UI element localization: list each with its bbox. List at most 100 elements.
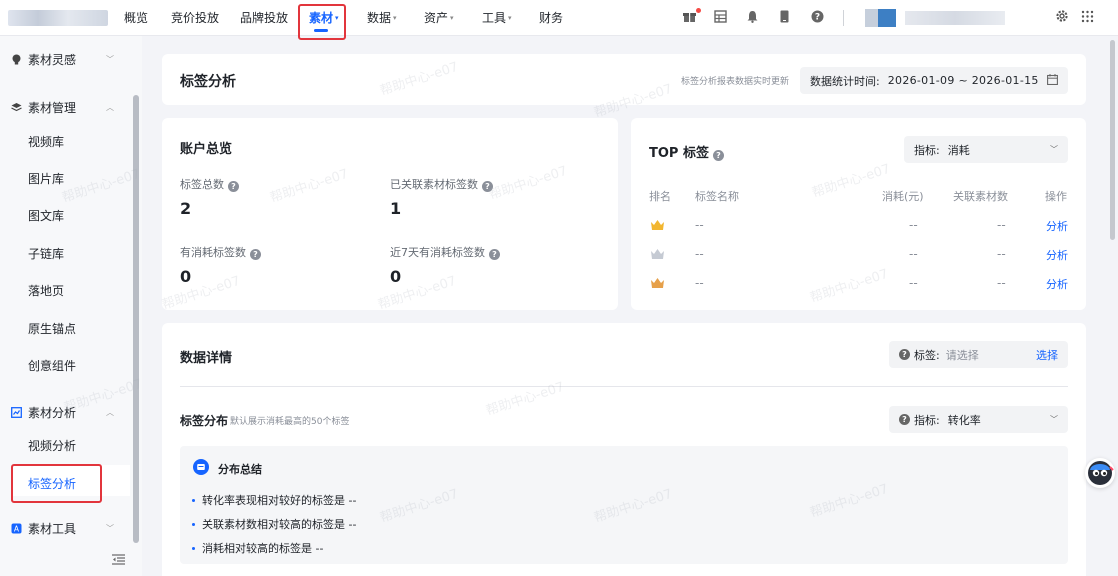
sidebar-item-image-library[interactable]: 图片库 [28,170,64,187]
date-range-value: 2026-01-09 ~ 2026-01-15 [887,74,1039,87]
chevron-up-icon: ︿ [106,408,114,417]
nav-tools[interactable]: 工具 ▾ [482,9,512,26]
nav-brand[interactable]: 品牌投放 [240,9,288,26]
sidebar-scrollbar[interactable] [133,95,139,543]
table-icon[interactable] [713,9,727,23]
bronze-crown-icon [650,277,665,292]
layers-icon [10,102,22,114]
sidebar-item-creative-component[interactable]: 创意组件 [28,357,76,374]
analyze-link[interactable]: 分析 [1046,247,1068,263]
highlight-box-nav [298,4,346,40]
nav-overview[interactable]: 概览 [124,9,148,26]
main-scrollbar[interactable] [1110,40,1115,240]
summary-text: 消耗相对较高的标签是 -- [202,542,324,555]
gold-crown-icon [650,219,665,234]
stat-7day-cost-tags-value: 0 [390,267,402,286]
help-icon[interactable]: ? [810,9,824,23]
help-icon[interactable]: ? [250,249,261,260]
details-title: 数据详情 [180,351,233,366]
materials-cell: -- [997,276,1006,290]
realtime-note: 标签分析报表数据实时更新 [681,77,790,87]
help-icon[interactable]: ? [482,181,493,192]
distribution-metric-select[interactable]: ? 指标: 转化率 ﹀ [889,406,1068,433]
assistant-bot-icon[interactable] [1085,458,1115,488]
sidebar-item-sublink-library[interactable]: 子链库 [28,245,64,262]
tag-filter-label: 标签: [914,348,940,362]
summary-text: 关联素材数相对较高的标签是 -- [202,518,357,531]
stat-label: 有消耗标签数 [180,246,246,259]
tag-filter[interactable]: ? 标签: 请选择 选择 [889,341,1068,368]
help-icon[interactable]: ? [489,249,500,260]
chevron-down-icon: ﹀ [106,55,114,64]
summary-item: 关联素材数相对较高的标签是 -- [192,516,356,532]
sidebar-item-video-analysis[interactable]: 视频分析 [28,437,76,454]
chevron-down-icon: ▾ [508,14,512,22]
analyze-link[interactable]: 分析 [1046,218,1068,234]
col-rank: 排名 [649,190,671,203]
sidebar-group-inspiration[interactable]: 素材灵感 ﹀ [10,51,114,68]
sidebar-group-management[interactable]: 素材管理 ︿ [10,99,114,116]
nav-assets-label: 资产 [424,11,449,25]
account-overview-card: 账户总览 标签总数? 2 已关联素材标签数? 1 有消耗标签数? 0 近7天有消… [162,118,618,310]
chevron-down-icon: ▾ [450,14,454,22]
sidebar-item-video-library[interactable]: 视频库 [28,133,64,150]
stat-cost-tags-value: 0 [180,267,192,286]
help-icon[interactable]: ? [899,414,910,425]
summary-title: 分布总结 [218,462,262,476]
metric-label: 指标: [914,143,940,157]
nav-data-label: 数据 [367,11,392,25]
chevron-down-icon: ▾ [393,14,397,22]
chevron-down-icon: ﹀ [106,524,114,533]
tag-name-cell: -- [695,218,704,232]
sidebar-group-label: 素材灵感 [28,53,77,67]
materials-cell: -- [997,247,1006,261]
sidebar-group-tools[interactable]: A 素材工具 ﹀ [10,520,114,537]
date-range-picker[interactable]: 数据统计时间: 2026-01-09 ~ 2026-01-15 [800,67,1068,94]
bell-icon[interactable] [745,9,759,23]
silver-crown-icon [650,248,665,263]
analyze-link[interactable]: 分析 [1046,276,1068,292]
tag-name-cell: -- [695,247,704,261]
summary-header: 分布总结 [193,459,262,478]
page-title: 标签分析 [180,74,236,90]
col-action: 操作 [1045,190,1067,203]
sidebar-group-label: 素材管理 [28,101,77,115]
sidebar-item-landing-page[interactable]: 落地页 [28,282,64,299]
sidebar-item-native-anchor[interactable]: 原生锚点 [28,320,76,337]
mobile-icon[interactable] [777,9,791,23]
stat-total-tags-label: 标签总数? [180,176,239,192]
collapse-sidebar-icon[interactable] [112,554,125,568]
nav-finance[interactable]: 财务 [539,9,563,26]
select-tag-button[interactable]: 选择 [1036,347,1058,363]
account-name-blurred[interactable] [905,11,1005,25]
distribution-note: 默认展示消耗最高的50个标签 [230,417,350,427]
page-header-card: 标签分析 标签分析报表数据实时更新 数据统计时间: 2026-01-09 ~ 2… [162,54,1086,105]
brand-logo[interactable] [8,10,108,26]
help-icon[interactable]: ? [899,349,910,360]
account-avatar-blurred-accent [878,9,896,27]
help-icon[interactable]: ? [228,181,239,192]
metric-value: 转化率 [947,413,981,427]
divider [180,386,1068,387]
nav-data[interactable]: 数据 ▾ [367,9,397,26]
sidebar-item-graphic-library[interactable]: 图文库 [28,207,64,224]
summary-item: 消耗相对较高的标签是 -- [192,540,323,556]
bullet-dot [192,498,195,502]
stat-7day-cost-tags-label: 近7天有消耗标签数? [390,244,500,260]
bullet-dot [192,522,195,526]
summary-text: 转化率表现相对较好的标签是 -- [202,494,357,507]
summary-item: 转化率表现相对较好的标签是 -- [192,492,356,508]
svg-text:?: ? [814,12,819,22]
settings-icon[interactable] [1055,9,1069,23]
nav-assets[interactable]: 资产 ▾ [424,9,454,26]
chevron-up-icon: ︿ [106,103,114,112]
cost-cell: -- [909,276,918,290]
apps-grid-icon[interactable] [1080,9,1094,23]
sidebar-group-analysis[interactable]: 素材分析 ︿ [10,404,114,421]
gift-icon[interactable] [682,9,696,23]
stat-total-tags-value: 2 [180,199,192,218]
calendar-icon [1047,73,1058,88]
nav-bidding[interactable]: 竞价投放 [171,9,219,26]
top-tags-metric-select[interactable]: 指标: 消耗 ﹀ [904,136,1068,163]
help-icon[interactable]: ? [712,150,724,161]
